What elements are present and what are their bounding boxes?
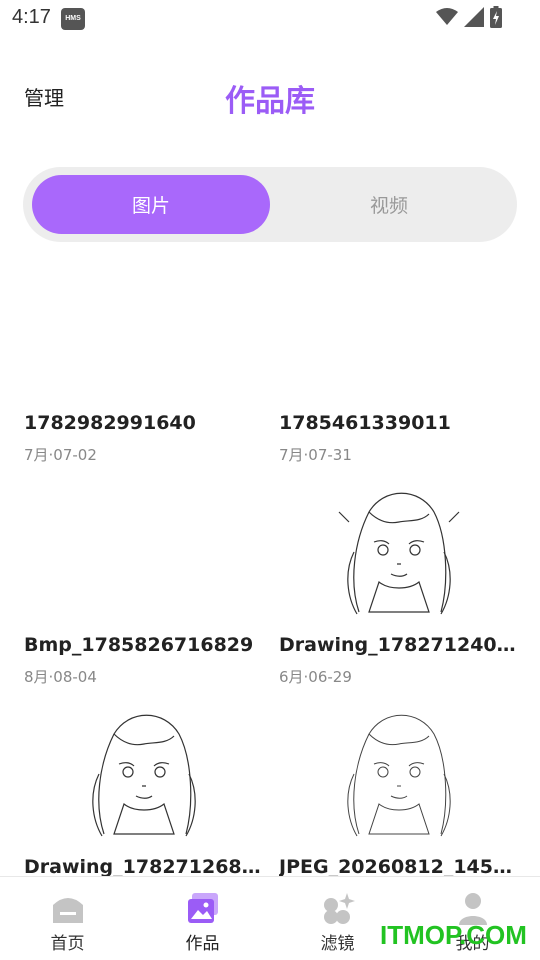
signal-icon [464,7,484,27]
hms-badge-icon: HMS [61,8,85,30]
filter-icon [323,893,355,924]
work-card[interactable]: Bmp_1785826716829 8月·08-04 [24,482,264,692]
sketch-illustration [92,714,196,837]
nav-label: 作品 [185,934,220,954]
sketch-illustration [338,492,460,615]
work-title: Drawing_17827124083... [279,634,524,656]
work-title: JPEG_20260812_1451... [279,856,524,876]
tab-videos[interactable]: 视频 [270,175,508,234]
work-card[interactable]: Drawing_17827124083... 6月·06-29 [279,482,524,692]
work-date: 6月·06-29 [279,668,352,686]
work-thumbnail-empty [24,482,264,622]
media-type-switch: 图片 视频 [23,167,517,242]
nav-home[interactable]: 首页 [0,877,135,960]
work-title: Bmp_1785826716829 [24,634,254,656]
status-bar: 4:17 HMS [0,0,540,36]
work-date: 7月·07-31 [279,446,352,464]
gallery-icon [187,893,218,923]
sketch-thumbnail [279,482,519,622]
battery-charging-icon [490,6,502,28]
watermark-text: ITMOP.COM [380,920,527,950]
works-grid: 1782982991640 7月·07-02 1785461339011 7月·… [0,260,540,876]
work-thumbnail-empty [24,260,264,400]
work-card[interactable]: Drawing_17827126851... [24,704,269,876]
work-thumbnail-empty [279,260,519,400]
page-title: 作品库 [225,84,315,119]
wifi-icon [436,8,458,25]
work-card[interactable]: 1782982991640 7月·07-02 [24,260,264,470]
home-icon [52,898,83,923]
tab-photos[interactable]: 图片 [32,175,270,234]
work-date: 7月·07-02 [24,446,97,464]
work-date: 8月·08-04 [24,668,97,686]
header: 管理 作品库 [0,60,540,132]
work-title: 1785461339011 [279,412,451,434]
nav-label: 首页 [50,934,85,954]
sketch-illustration [347,714,451,837]
nav-works[interactable]: 作品 [135,877,270,960]
status-time: 4:17 [12,6,51,28]
work-title: Drawing_17827126851... [24,856,269,876]
sketch-thumbnail [279,704,519,844]
work-card[interactable]: JPEG_20260812_1451... [279,704,524,876]
work-title: 1782982991640 [24,412,196,434]
sketch-thumbnail [24,704,264,844]
work-card[interactable]: 1785461339011 7月·07-31 [279,260,519,470]
